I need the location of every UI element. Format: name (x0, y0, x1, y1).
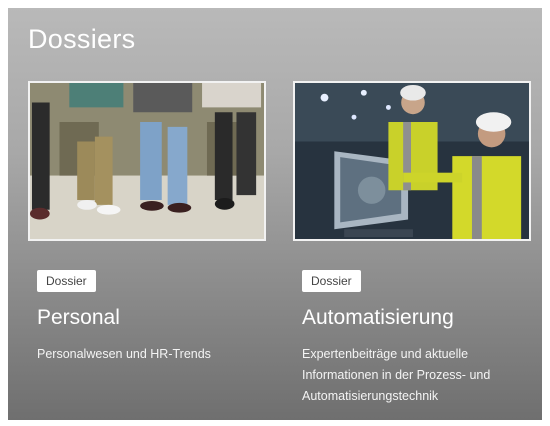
card-title[interactable]: Automatisierung (302, 306, 454, 330)
card-title[interactable]: Personal (37, 306, 120, 330)
people-sitting-waiting-photo[interactable] (28, 81, 266, 241)
card-description: Personalwesen und HR-Trends (37, 347, 211, 361)
dossier-badge: Dossier (37, 270, 96, 292)
card-description: Expertenbeiträge und aktuelle Informatio… (302, 347, 491, 403)
section-title: Dossiers (28, 24, 136, 54)
engineers-factory-monitor-photo[interactable] (293, 81, 531, 241)
dossier-badge: Dossier (302, 270, 361, 292)
dossiers-panel: Dossiers Dossier Personal Personalwesen … (8, 8, 542, 420)
